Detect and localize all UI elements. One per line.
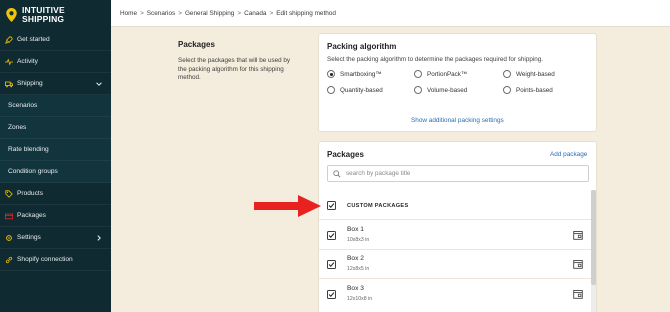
breadcrumb-home[interactable]: Home [120,10,137,17]
sidebar-item-get-started[interactable]: Get started [0,29,111,51]
sidebar-item-label: Products [17,190,44,197]
package-dimensions: 12x10x8 in [347,296,373,302]
radio-weight-based[interactable]: Weight-based [503,70,555,78]
breadcrumb-scenarios[interactable]: Scenarios [147,10,175,17]
checkmark-icon [328,233,335,239]
radio-label: PortionPack™ [427,70,468,78]
link-icon [5,256,13,263]
box-2-checkbox[interactable] [327,260,336,269]
package-name: Box 3 [347,285,364,292]
sidebar-item-rate-blending[interactable]: Rate blending [0,139,111,161]
sidebar-item-scenarios[interactable]: Scenarios [0,95,111,117]
sidebar-nav: Get started Activity Shipping Scenarios … [0,29,111,271]
breadcrumb: Home > Scenarios > General Shipping > Ca… [111,0,670,27]
package-search-field[interactable] [327,165,589,182]
sidebar-item-label: Shopify connection [17,256,73,263]
packages-scrollbar[interactable] [591,190,596,312]
packages-card-title: Packages [327,150,364,159]
radio-label: Smartboxing™ [340,70,382,78]
search-input[interactable] [346,170,566,177]
row-divider [319,278,591,279]
radio-label: Quantity-based [340,86,383,94]
sidebar-item-condition-groups[interactable]: Condition groups [0,161,111,183]
sidebar-item-label: Settings [17,234,41,241]
radio-smartboxing[interactable]: Smartboxing™ [327,70,382,78]
packages-section-title: Packages [178,40,215,49]
sidebar-item-settings[interactable]: Settings [0,227,111,249]
sidebar: INTUITIVE SHIPPING Get started Activity … [0,0,111,312]
radio-label: Points-based [516,86,553,94]
packages-section-description: Select the packages that will be used by… [178,57,291,81]
tag-icon [5,189,13,198]
breadcrumb-edit-shipping-method: Edit shipping method [276,9,336,17]
sidebar-item-label: Shipping [17,80,43,87]
breadcrumb-separator: > [269,9,274,17]
radio-button[interactable] [327,86,335,94]
breadcrumb-canada[interactable]: Canada [244,10,266,17]
row-divider [319,219,591,220]
sidebar-item-label: Packages [17,212,46,219]
radio-button[interactable] [503,86,511,94]
truck-icon [5,81,13,87]
sidebar-item-label: Condition groups [8,168,58,175]
gear-icon [6,234,12,241]
row-divider [319,249,591,250]
package-dimensions: 10x8x3 in [347,237,370,243]
breadcrumb-separator: > [140,9,144,17]
package-name: Box 2 [347,255,364,262]
radio-button[interactable] [414,86,422,94]
checkmark-icon [328,262,335,268]
sidebar-item-shipping[interactable]: Shipping [0,73,111,95]
sidebar-item-label: Activity [17,58,38,65]
breadcrumb-separator: > [237,9,242,17]
packing-algorithm-subtitle: Select the packing algorithm to determin… [327,56,543,63]
custom-packages-checkbox[interactable] [327,201,336,210]
sidebar-item-shopify-connection[interactable]: Shopify connection [0,249,111,271]
box-1-checkbox[interactable] [327,231,336,240]
sidebar-item-label: Get started [17,36,50,43]
packing-algorithm-title: Packing algorithm [327,42,397,51]
sidebar-item-activity[interactable]: Activity [0,51,111,73]
custom-packages-label: CUSTOM PACKAGES [347,203,409,209]
box-3-checkbox[interactable] [327,290,336,299]
sidebar-item-zones[interactable]: Zones [0,117,111,139]
radio-volume-based[interactable]: Volume-based [414,86,467,94]
package-name: Box 1 [347,226,364,233]
radio-quantity-based[interactable]: Quantity-based [327,86,383,94]
radio-portionpack[interactable]: PortionPack™ [414,70,467,78]
add-package-link[interactable]: Add package [550,151,587,158]
breadcrumb-separator: > [178,9,182,17]
annotation-arrow-icon [254,195,321,217]
radio-button[interactable] [503,70,511,78]
package-details-icon[interactable] [573,230,583,240]
location-pin-icon [6,7,17,22]
checkmark-icon [328,292,335,298]
breadcrumb-general-shipping[interactable]: General Shipping [185,10,234,17]
radio-label: Weight-based [516,70,555,78]
radio-points-based[interactable]: Points-based [503,86,553,94]
search-icon [333,169,341,178]
radio-label: Volume-based [427,86,468,94]
chevron-down-icon[interactable] [95,80,103,88]
scrollbar-thumb[interactable] [591,190,596,285]
package-icon [5,213,13,219]
activity-icon [5,57,13,66]
rocket-icon [5,35,13,44]
sidebar-item-label: Scenarios [8,102,38,109]
radio-button-selected[interactable] [327,70,335,78]
sidebar-item-label: Rate blending [8,146,49,153]
brand-name-line2: SHIPPING [22,13,65,24]
sidebar-item-products[interactable]: Products [0,183,111,205]
chevron-right-icon[interactable] [95,234,103,242]
brand-logo[interactable]: INTUITIVE SHIPPING [0,0,111,29]
brand-name: INTUITIVE SHIPPING [22,6,65,23]
show-additional-settings-link[interactable]: Show additional packing settings [411,117,504,124]
package-dimensions: 12x8x5 in [347,266,370,272]
checkmark-icon [328,203,335,209]
radio-button[interactable] [414,70,422,78]
sidebar-item-label: Zones [8,124,27,131]
sidebar-item-packages[interactable]: Packages [0,205,111,227]
package-details-icon[interactable] [573,289,583,299]
package-details-icon[interactable] [573,259,583,269]
